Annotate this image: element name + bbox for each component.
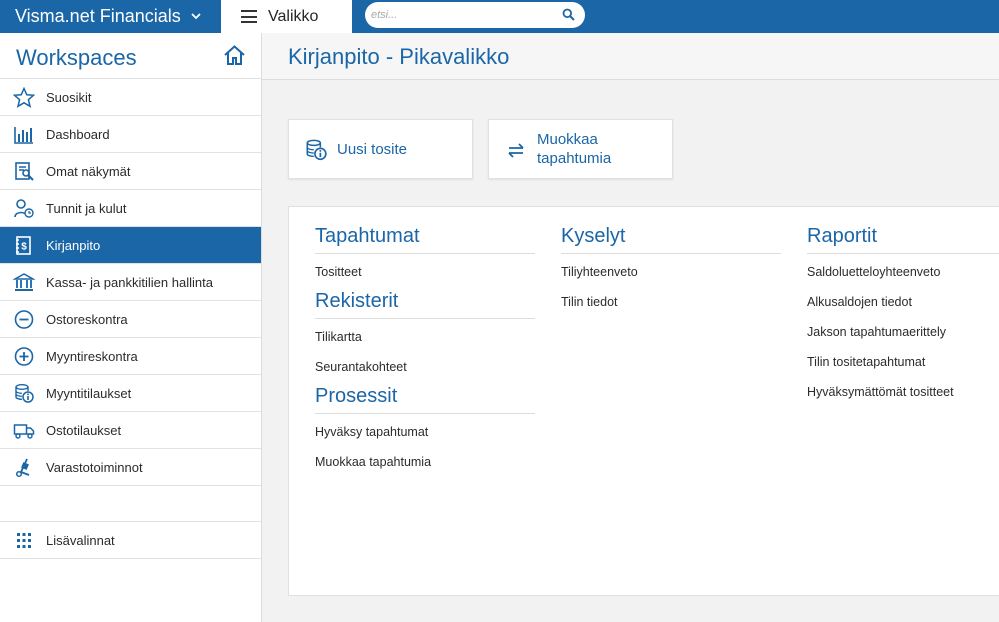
workspaces-header: Workspaces	[0, 33, 261, 79]
section-title-kyselyt: Kyselyt	[561, 225, 781, 254]
sidebar-item-label: Lisävalinnat	[46, 532, 115, 548]
link-hyvaksy-tapahtumat[interactable]: Hyväksy tapahtumat	[315, 422, 535, 452]
column-right: Raportit Saldoluetteloyhteenveto Alkusal…	[807, 225, 999, 412]
section-title-raportit: Raportit	[807, 225, 999, 254]
plus-circle-icon	[14, 347, 34, 366]
link-hyvaksymattomat-tositteet[interactable]: Hyväksymättömät tositteet	[807, 382, 999, 412]
sidebar-item-myyntireskontra[interactable]: Myyntireskontra	[0, 338, 261, 375]
page-header: Kirjanpito - Pikavalikko	[262, 33, 999, 80]
sidebar-item-label: Omat näkymät	[46, 163, 131, 179]
page-title: Kirjanpito - Pikavalikko	[288, 44, 510, 69]
link-jakson-tapahtumaerittely[interactable]: Jakson tapahtumaerittely	[807, 322, 999, 352]
link-saldoluetteloyhteenveto[interactable]: Saldoluetteloyhteenveto	[807, 262, 999, 292]
sidebar-item-label: Ostoreskontra	[46, 311, 128, 327]
link-tositteet[interactable]: Tositteet	[315, 262, 535, 292]
quick-action-label: Uusi tosite	[337, 141, 408, 158]
hamburger-icon	[241, 10, 257, 23]
link-tiliyhteenveto[interactable]: Tiliyhteenveto	[561, 262, 781, 292]
link-tilin-tiedot[interactable]: Tilin tiedot	[561, 292, 781, 322]
swap-arrows-icon	[508, 143, 524, 158]
sidebar-item-ostoreskontra[interactable]: Ostoreskontra	[0, 301, 261, 338]
app-name: Visma.net Financials	[15, 6, 181, 26]
coins-info-icon	[306, 139, 327, 161]
bank-icon	[13, 273, 35, 291]
column-left: Tapahtumat Tositteet Rekisterit Tilikart…	[315, 225, 535, 482]
sidebar-spacer	[0, 486, 261, 522]
sidebar-item-label: Ostotilaukset	[46, 422, 122, 438]
sidebar-item-kirjanpito[interactable]: $ Kirjanpito	[0, 227, 261, 264]
quick-action-muokkaa-tapahtumia[interactable]: Muokkaa tapahtumia	[488, 119, 673, 179]
sidebar-item-label: Varastotoiminnot	[46, 459, 143, 475]
svg-text:$: $	[21, 242, 27, 253]
section-title-prosessit: Prosessit	[315, 385, 535, 414]
quick-action-uusi-tosite[interactable]: Uusi tosite	[288, 119, 473, 179]
menu-label: Valikko	[268, 7, 319, 25]
menu-panel: Tapahtumat Tositteet Rekisterit Tilikart…	[288, 206, 999, 596]
sidebar-item-label: Tunnit ja kulut	[46, 200, 127, 216]
workspaces-title: Workspaces	[16, 45, 137, 70]
sidebar-item-myyntitilaukset[interactable]: Myyntitilaukset	[0, 375, 261, 412]
sidebar-item-label: Suosikit	[46, 89, 92, 105]
time-expense-icon	[14, 199, 34, 218]
sidebar-item-label: Myyntitilaukset	[46, 385, 132, 401]
menu-button[interactable]: Valikko	[221, 0, 352, 33]
sidebar-item-label: Myyntireskontra	[46, 348, 138, 364]
link-tilikartta[interactable]: Tilikartta	[315, 327, 535, 357]
sidebar: Workspaces Suosikit Dashboard Omat näkym…	[0, 33, 262, 622]
link-alkusaldojen-tiedot[interactable]: Alkusaldojen tiedot	[807, 292, 999, 322]
coins-info-icon	[15, 384, 34, 403]
grid-icon	[17, 533, 31, 548]
star-icon	[13, 87, 35, 108]
sidebar-item-varastotoiminnot[interactable]: Varastotoiminnot	[0, 449, 261, 486]
truck-icon	[13, 424, 35, 439]
minus-circle-icon	[14, 310, 34, 329]
sidebar-item-label: Kirjanpito	[46, 237, 101, 253]
sidebar-item-ostotilaukset[interactable]: Ostotilaukset	[0, 412, 261, 449]
section-title-tapahtumat: Tapahtumat	[315, 225, 535, 254]
sidebar-item-kassa-pankki[interactable]: Kassa- ja pankkitilien hallinta	[0, 264, 261, 301]
home-icon[interactable]	[223, 44, 246, 66]
sidebar-item-label: Kassa- ja pankkitilien hallinta	[46, 274, 213, 290]
custom-view-icon	[15, 162, 34, 181]
link-muokkaa-tapahtumia[interactable]: Muokkaa tapahtumia	[315, 452, 535, 482]
sidebar-item-omat-nakymat[interactable]: Omat näkymät	[0, 153, 261, 190]
app-switcher[interactable]: Visma.net Financials	[0, 0, 221, 33]
link-seurantakohteet[interactable]: Seurantakohteet	[315, 357, 535, 387]
bar-chart-icon	[14, 127, 33, 144]
search-box	[365, 2, 585, 28]
sidebar-item-suosikit[interactable]: Suosikit	[0, 79, 261, 116]
chevron-down-icon	[191, 13, 201, 20]
sidebar-item-label: Dashboard	[46, 126, 110, 142]
sidebar-item-lisavalinnat[interactable]: Lisävalinnat	[0, 522, 261, 559]
top-bar: Visma.net Financials Valikko	[0, 0, 999, 33]
hand-truck-icon	[15, 458, 30, 478]
quick-action-label: Muokkaa tapahtumia	[537, 131, 612, 167]
sidebar-item-dashboard[interactable]: Dashboard	[0, 116, 261, 153]
section-title-rekisterit: Rekisterit	[315, 290, 535, 319]
search-icon[interactable]	[562, 8, 575, 21]
search-input[interactable]	[371, 5, 561, 25]
link-tilin-tositetapahtumat[interactable]: Tilin tositetapahtumat	[807, 352, 999, 382]
sidebar-item-tunnit-ja-kulut[interactable]: Tunnit ja kulut	[0, 190, 261, 227]
column-middle: Kyselyt Tiliyhteenveto Tilin tiedot	[561, 225, 781, 322]
ledger-icon: $	[16, 236, 31, 255]
